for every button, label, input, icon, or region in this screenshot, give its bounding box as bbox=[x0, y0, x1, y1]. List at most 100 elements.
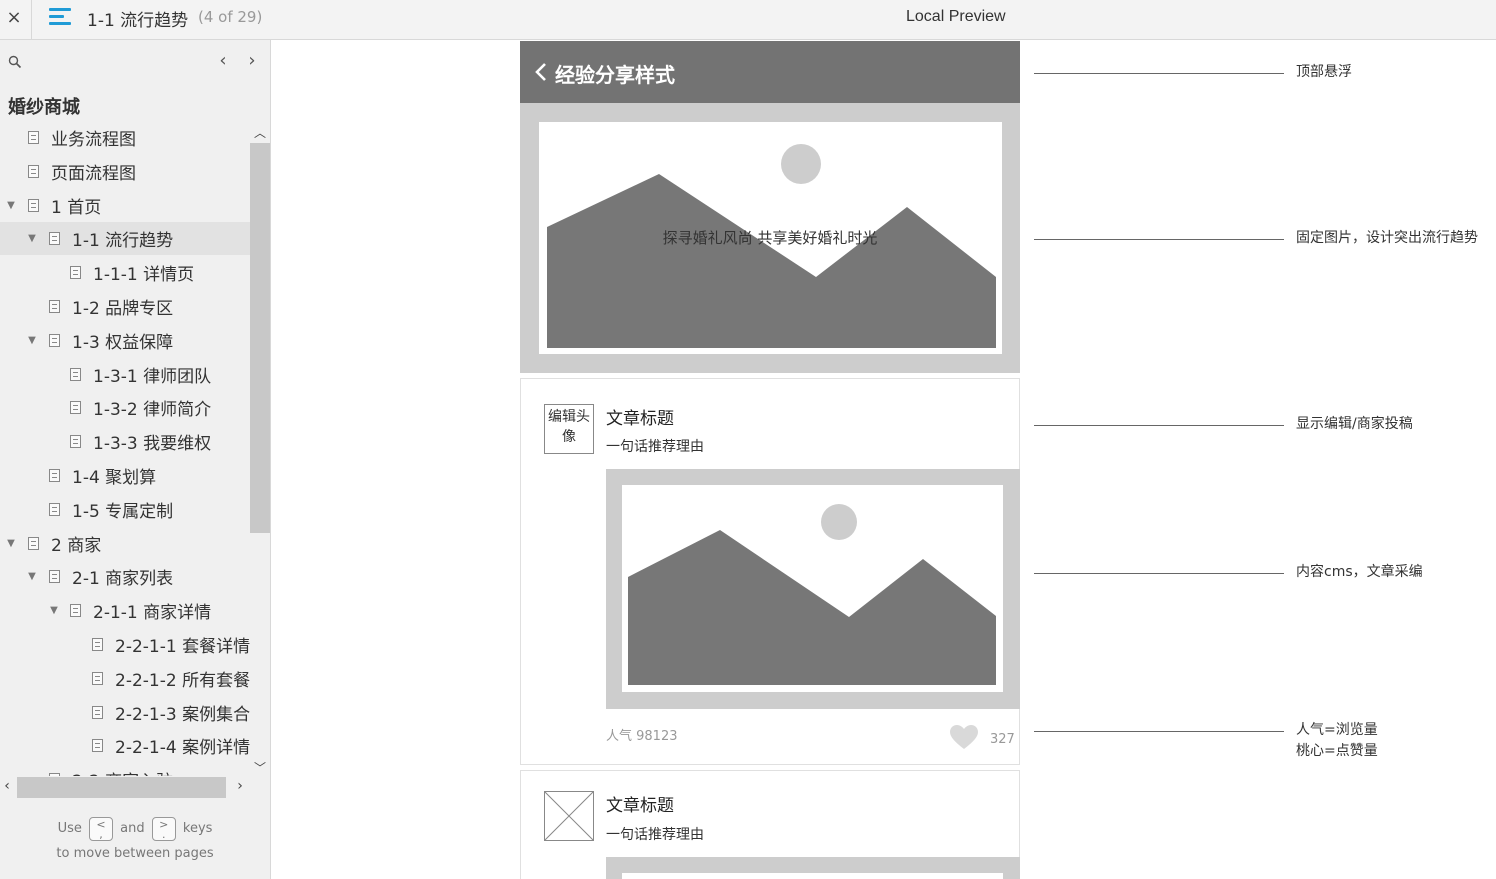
search-icon[interactable] bbox=[8, 55, 22, 69]
article-title: 文章标题 bbox=[606, 796, 674, 816]
sidebar-tree-item-label: 1-3-3 我要维权 bbox=[93, 434, 212, 455]
article-title: 文章标题 bbox=[606, 409, 674, 429]
sidebar-tree-item[interactable]: ▼ 2 商家 bbox=[0, 527, 250, 560]
page-icon bbox=[28, 536, 39, 550]
sidebar-tree-item-label: 2-2-1-4 案例详情 bbox=[115, 738, 250, 759]
sidebar-tree-item[interactable]: ▼ 1-3 权益保障 bbox=[0, 324, 250, 357]
scroll-down-arrow-icon[interactable]: ﹀ bbox=[250, 759, 270, 775]
sidebar-tree-item[interactable]: 2-2 商家入驻 bbox=[0, 763, 250, 776]
page-icon bbox=[28, 131, 39, 144]
sidebar-tree-item[interactable]: 页面流程图 bbox=[0, 155, 250, 188]
expand-arrow-icon[interactable]: ▼ bbox=[6, 538, 16, 549]
phone-mockup: 经验分享样式 探寻婚礼风尚 共享美好婚礼时光 编辑头像 文章标题 一句话推荐理由 bbox=[520, 40, 1020, 879]
sidebar-tree-item[interactable]: 2-2-1-1 套餐详情 bbox=[0, 628, 250, 661]
annotation-text: 固定图片，设计突出流行趋势 bbox=[1296, 230, 1478, 246]
page-icon bbox=[92, 638, 103, 651]
horizontal-scroll-thumb[interactable] bbox=[17, 777, 226, 798]
sidebar-tree-item[interactable]: 2-2-1-2 所有套餐 bbox=[0, 662, 250, 695]
scroll-right-arrow-icon[interactable]: › bbox=[233, 778, 247, 796]
sidebar-tree-item[interactable]: 业务流程图 bbox=[0, 121, 250, 154]
page-icon bbox=[70, 401, 81, 415]
sidebar: ‹ › 婚纱商城 业务流程图页面流程图 ▼ 1 首页 ▼ 1-1 流行趋势 1-1-1 详… bbox=[0, 40, 271, 879]
banner-image[interactable]: 探寻婚礼风尚 共享美好婚礼时光 bbox=[520, 103, 1020, 373]
sidebar-tree-item-label: 1-4 聚划算 bbox=[72, 468, 157, 488]
vertical-scroll-thumb[interactable] bbox=[250, 143, 270, 533]
sidebar-tree-item[interactable]: ▼ 2-1-1 商家详情 bbox=[0, 594, 250, 627]
phone-header: 经验分享样式 bbox=[520, 41, 1020, 103]
page-count: (4 of 29) bbox=[198, 8, 263, 26]
topbar-divider bbox=[31, 0, 32, 40]
prev-key-icon: <, bbox=[89, 816, 113, 841]
keyboard-hint: Use <, and >. keys to move between pages bbox=[0, 816, 270, 866]
annotation-text: 人气=浏览量 bbox=[1296, 722, 1378, 738]
sidebar-tree-item[interactable]: 1-4 聚划算 bbox=[0, 459, 250, 492]
hamburger-menu-icon[interactable] bbox=[49, 7, 71, 27]
page-icon bbox=[49, 570, 60, 584]
sidebar-tree-item-label: 1-3-1 律师团队 bbox=[93, 366, 212, 387]
sidebar-tree-item[interactable]: ▼ 2-1 商家列表 bbox=[0, 560, 250, 593]
next-page-button[interactable]: › bbox=[242, 50, 262, 72]
prev-page-button[interactable]: ‹ bbox=[213, 50, 233, 72]
top-bar: × 1-1 流行趋势 (4 of 29) Local Preview bbox=[0, 0, 1496, 40]
article-card[interactable]: 文章标题 一句话推荐理由 bbox=[520, 770, 1020, 879]
sidebar-tree-item[interactable]: 1-5 专属定制 bbox=[0, 493, 250, 526]
scroll-left-arrow-icon[interactable]: ‹ bbox=[0, 778, 14, 796]
page-icon bbox=[92, 739, 103, 753]
article-image[interactable] bbox=[606, 857, 1020, 879]
view-count: 人气 98123 bbox=[606, 729, 678, 744]
page-icon bbox=[49, 232, 60, 246]
page-icon bbox=[28, 198, 39, 212]
sidebar-tree-item[interactable]: 2-2-1-3 案例集合 bbox=[0, 696, 250, 729]
article-subtitle: 一句话推荐理由 bbox=[606, 439, 704, 455]
sidebar-tree-item-label: 1-1-1 详情页 bbox=[93, 265, 195, 286]
sidebar-tree-item-label: 2-2 商家入驻 bbox=[72, 767, 173, 776]
page-icon bbox=[49, 469, 60, 482]
annotation-line bbox=[1034, 731, 1284, 732]
sidebar-tree-item[interactable]: ▼ 1 首页 bbox=[0, 189, 250, 222]
avatar-label: 编辑头像 bbox=[548, 409, 590, 445]
sidebar-tree-item[interactable]: 1-2 品牌专区 bbox=[0, 290, 250, 323]
heart-icon[interactable] bbox=[949, 724, 979, 750]
preview-canvas: 经验分享样式 探寻婚礼风尚 共享美好婚礼时光 编辑头像 文章标题 一句话推荐理由 bbox=[271, 40, 1496, 879]
sidebar-tree-item[interactable]: 1-1-1 详情页 bbox=[0, 256, 250, 289]
page-icon bbox=[28, 164, 39, 178]
expand-arrow-icon[interactable]: ▼ bbox=[6, 200, 16, 211]
annotation-line bbox=[1034, 425, 1284, 426]
article-subtitle: 一句话推荐理由 bbox=[606, 827, 704, 843]
sidebar-tree-item[interactable]: 1-3-2 律师简介 bbox=[0, 391, 250, 424]
sidebar-tree-item-label: 2 商家 bbox=[51, 535, 102, 556]
page-icon bbox=[70, 435, 81, 449]
annotation-line bbox=[1034, 73, 1284, 74]
article-card[interactable]: 编辑头像 文章标题 一句话推荐理由 人气 98123 327 bbox=[520, 378, 1020, 765]
sidebar-tree-item[interactable]: 1-3-3 我要维权 bbox=[0, 425, 250, 458]
sidebar-tree-item[interactable]: 1-3-1 律师团队 bbox=[0, 358, 250, 391]
page-icon bbox=[70, 266, 81, 280]
sidebar-tree-item-label: 1-1 流行趋势 bbox=[72, 231, 174, 252]
back-arrow-icon[interactable] bbox=[534, 61, 548, 83]
editor-avatar[interactable]: 编辑头像 bbox=[544, 404, 594, 454]
scroll-up-arrow-icon[interactable]: ︿ bbox=[250, 124, 270, 140]
sidebar-tree-item-label: 2-1 商家列表 bbox=[72, 569, 174, 590]
expand-arrow-icon[interactable]: ▼ bbox=[27, 335, 37, 346]
hint-use: Use bbox=[57, 821, 82, 836]
page-icon bbox=[70, 604, 81, 618]
article-image-frame bbox=[622, 485, 1003, 692]
article-image[interactable] bbox=[606, 469, 1020, 709]
expand-arrow-icon[interactable]: ▼ bbox=[27, 571, 37, 582]
sidebar-tree-item-label: 页面流程图 bbox=[51, 163, 136, 184]
sidebar-tree-item-label: 2-2-1-1 套餐详情 bbox=[115, 637, 250, 657]
close-button[interactable]: × bbox=[0, 0, 28, 34]
editor-avatar[interactable] bbox=[544, 791, 594, 841]
sidebar-tree-item-label: 1 首页 bbox=[51, 197, 102, 218]
project-title: 婚纱商城 bbox=[8, 97, 80, 118]
expand-arrow-icon[interactable]: ▼ bbox=[27, 233, 37, 244]
sidebar-tree-item-label: 1-3 权益保障 bbox=[72, 332, 174, 353]
page-icon bbox=[49, 300, 60, 313]
sidebar-tree-item[interactable]: 2-2-1-4 案例详情 bbox=[0, 729, 250, 762]
page-tree: 业务流程图页面流程图 ▼ 1 首页 ▼ 1-1 流行趋势 1-1-1 详情页 1-2 品牌专… bbox=[0, 121, 250, 776]
sidebar-tree-item[interactable]: ▼ 1-1 流行趋势 bbox=[0, 222, 250, 256]
article-image-frame bbox=[622, 873, 1003, 879]
page-icon bbox=[49, 773, 60, 776]
expand-arrow-icon[interactable]: ▼ bbox=[49, 605, 59, 616]
sidebar-tree-item-label: 2-2-1-2 所有套餐 bbox=[115, 670, 250, 691]
